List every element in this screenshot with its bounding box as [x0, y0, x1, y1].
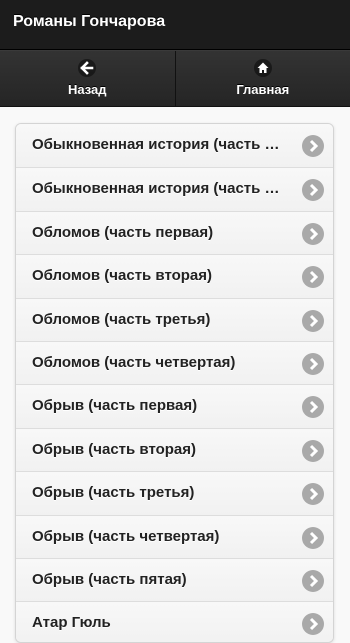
list-item-label: Обломов (часть вторая)	[32, 267, 283, 284]
chevron-right-icon	[302, 570, 324, 592]
back-button-label: Назад	[0, 82, 175, 97]
list-item-label: Обломов (часть третья)	[32, 311, 283, 328]
home-icon	[254, 59, 272, 77]
app-header: Романы Гончарова	[0, 0, 350, 50]
home-button[interactable]: Главная	[175, 51, 350, 106]
list-item-label: Обыкновенная история (часть первая)	[32, 136, 283, 153]
chevron-right-icon	[302, 527, 324, 549]
chevron-right-icon	[302, 310, 324, 332]
nav-bar: Назад Главная	[0, 50, 350, 107]
arrow-left-icon	[78, 59, 96, 77]
list-item[interactable]: Обрыв (часть пятая)	[16, 558, 333, 601]
list-item-label: Обрыв (часть четвертая)	[32, 528, 283, 545]
list-item[interactable]: Обрыв (часть четвертая)	[16, 515, 333, 558]
list-item-label: Обрыв (часть вторая)	[32, 441, 283, 458]
home-button-label: Главная	[176, 82, 350, 97]
list-item[interactable]: Обрыв (часть вторая)	[16, 428, 333, 471]
list-item[interactable]: Обрыв (часть третья)	[16, 471, 333, 514]
chevron-right-icon	[302, 135, 324, 157]
chevron-right-icon	[302, 266, 324, 288]
list-item[interactable]: Обыкновенная история (часть первая)	[16, 124, 333, 167]
back-button[interactable]: Назад	[0, 51, 175, 106]
chevron-right-icon	[302, 613, 324, 635]
list-item[interactable]: Обломов (часть третья)	[16, 298, 333, 341]
novels-list: Обыкновенная история (часть первая) Обык…	[15, 123, 334, 643]
list-item[interactable]: Обломов (часть первая)	[16, 211, 333, 254]
list-item-label: Обыкновенная история (часть вторая)	[32, 180, 283, 197]
list-item-label: Обрыв (часть первая)	[32, 397, 283, 414]
list-item-label: Обломов (часть первая)	[32, 224, 283, 241]
chevron-right-icon	[302, 440, 324, 462]
chevron-right-icon	[302, 396, 324, 418]
list-item[interactable]: Обломов (часть четвертая)	[16, 341, 333, 384]
chevron-right-icon	[302, 223, 324, 245]
list-item[interactable]: Обыкновенная история (часть вторая)	[16, 167, 333, 210]
list-item-label: Атар Гюль	[32, 614, 283, 631]
list-item[interactable]: Атар Гюль	[16, 601, 333, 643]
chevron-right-icon	[302, 179, 324, 201]
list-item-label: Обломов (часть четвертая)	[32, 354, 283, 371]
list-item[interactable]: Обломов (часть вторая)	[16, 254, 333, 297]
chevron-right-icon	[302, 483, 324, 505]
list-item[interactable]: Обрыв (часть первая)	[16, 384, 333, 427]
list-item-label: Обрыв (часть пятая)	[32, 571, 283, 588]
page-title: Романы Гончарова	[13, 13, 165, 31]
chevron-right-icon	[302, 353, 324, 375]
list-item-label: Обрыв (часть третья)	[32, 484, 283, 501]
